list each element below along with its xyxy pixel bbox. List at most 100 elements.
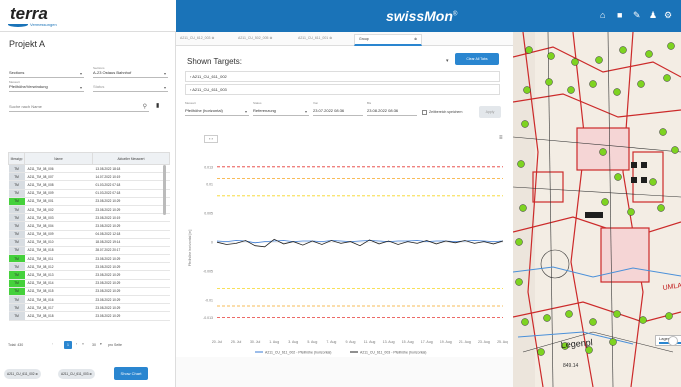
cell-name: A211_TM_08_010 (24, 238, 93, 247)
search-input[interactable]: Suche nach Name ⚲ (9, 101, 149, 112)
cell-messtyp: TM (8, 262, 25, 272)
messart-filter[interactable]: Messart Pfeilhöhe (horizontal) ▾ (185, 101, 249, 116)
tab-label: A211_CU_502_005 (238, 36, 269, 40)
selected-chip[interactable]: A211_CU_611_002 ⊗ (4, 369, 42, 379)
x-tick-label: 30. Jul (250, 340, 261, 344)
table-row[interactable]: TM A211_TM_08_018 28.07.2022 20:17 (8, 246, 170, 256)
cell-messwert: 23.08.2022 10:19 (92, 213, 170, 223)
col-name[interactable]: Name (24, 152, 93, 165)
table-row[interactable]: TM A211_TM_08_013 23.08.2022 10:29 (8, 270, 170, 280)
y-tick-label: 0.013 (204, 165, 213, 169)
zoom-controls[interactable]: ‹ › (204, 135, 218, 143)
cell-messtyp: TM (8, 197, 25, 206)
table-scrollbar[interactable] (163, 165, 166, 215)
y-tick-label: -0.013 (203, 316, 213, 320)
cell-messwert: 23.08.2022 10:29 (92, 311, 170, 321)
selected-chip[interactable]: A211_CU_611_003 ⊗ (58, 369, 96, 379)
search-icon[interactable]: ⚲ (143, 103, 147, 110)
tab-item[interactable]: A211_CU_611_001 ⊗ (298, 36, 332, 40)
col-messwert[interactable]: Aktueller Messwert (92, 152, 170, 165)
sections-select[interactable]: Sections ▾ (9, 66, 84, 78)
field-value: Referenzung (253, 108, 276, 113)
save-range-checkbox[interactable] (422, 110, 427, 115)
target-row[interactable]: › A211_CU_611_003 (185, 84, 500, 95)
cell-name: A211_TM_08_018 (24, 246, 93, 256)
field-label: Messart (185, 101, 196, 105)
close-icon[interactable]: ⊗ (414, 37, 417, 41)
cell-messwert: 18.08.2022 19:14 (92, 238, 170, 247)
table-row[interactable]: TM A211_TM_08_009 01.03.2022 07:18 (8, 189, 170, 198)
map-layers-icon[interactable] (668, 336, 678, 346)
table-row[interactable]: TM A211_TM_08_006 13.08.2022 18:18 (8, 164, 170, 174)
prev-page-icon[interactable]: ‹ (52, 342, 53, 346)
legend-label: A211_CU_611_002 - Pfeilhöhe (horizontal) (265, 350, 331, 354)
delete-icon[interactable]: ▮ (156, 102, 159, 109)
col-messtyp[interactable]: Messtyp (8, 152, 25, 165)
messart-select[interactable]: Messart Pfeilhöhe/Verwindung ▾ (9, 80, 84, 92)
to-date-input[interactable]: Bis 23.08.2022 08:36 (367, 101, 417, 116)
shown-targets-title: Shown Targets: (187, 57, 242, 66)
next-page-icon[interactable]: › (76, 342, 77, 346)
table-row[interactable]: TM A211_TM_08_001 23.08.2022 10:29 (8, 197, 170, 206)
folder-icon[interactable]: ■ (617, 11, 622, 20)
table-row[interactable]: TM A211_TM_08_017 23.08.2022 10:29 (8, 303, 170, 313)
search-placeholder: Suche nach Name (9, 104, 42, 109)
cell-messwert: 28.07.2022 20:17 (92, 246, 170, 256)
chart-footer (176, 357, 513, 387)
table-row[interactable]: TM A211_TM_08_014 23.08.2022 10:29 (8, 279, 170, 288)
cell-messtyp: TM (8, 205, 25, 215)
table-row[interactable]: TM A211_TM_08_015 23.08.2022 10:29 (8, 287, 170, 297)
per-page-select[interactable]: 30 (92, 343, 96, 347)
tab-item[interactable]: A211_CU_612_003 ⊗ (180, 36, 214, 40)
table-row[interactable]: TM A211_TM_08_012 23.08.2022 10:29 (8, 262, 170, 272)
table-header-row: Messtyp Name Aktueller Messwert (8, 152, 170, 165)
table-row[interactable]: TM A211_TM_08_007 14.07.2022 10:19 (8, 172, 170, 182)
user-icon[interactable]: ♟ (649, 11, 657, 20)
close-icon[interactable]: ⊗ (211, 36, 214, 40)
field-label: Status (253, 101, 262, 105)
home-icon[interactable]: ⌂ (600, 11, 605, 20)
table-row[interactable]: TM A211_TM_08_009 04.08.2022 12:18 (8, 230, 170, 239)
table-row[interactable]: TM A211_TM_08_008 01.03.2022 07:18 (8, 180, 170, 190)
cell-messtyp: TM (8, 172, 25, 182)
x-tick-label: 25. Jul (231, 340, 242, 344)
close-icon[interactable]: ⊗ (89, 372, 92, 376)
apply-button[interactable]: Apply (479, 106, 501, 118)
cell-name: A211_TM_08_004 (24, 221, 93, 231)
cell-name: A211_TM_08_002 (24, 205, 93, 215)
table-row[interactable]: TM A211_TM_08_010 18.08.2022 19:14 (8, 238, 170, 247)
table-row[interactable]: TM A211_TM_08_004 23.08.2022 10:29 (8, 221, 170, 231)
y-tick-label: -0.005 (203, 270, 213, 274)
field-value: Pfeilhöhe (horizontal) (185, 108, 223, 113)
terra-logo[interactable]: terra Vermessungen (0, 0, 176, 32)
close-icon[interactable]: ⊗ (329, 36, 332, 40)
close-icon[interactable]: ⊗ (269, 36, 272, 40)
table-row[interactable]: TM A211_TM_08_002 23.08.2022 10:29 (8, 205, 170, 215)
tab-item[interactable]: A211_CU_502_005 ⊗ (238, 36, 272, 40)
status-filter[interactable]: Status Referenzung ▾ (253, 101, 309, 116)
page-current[interactable]: 1 (64, 341, 72, 349)
status-select[interactable]: Status ▾ (93, 80, 168, 92)
site-map[interactable]: UMLA Legenpl 849.14 (513, 32, 681, 387)
close-icon[interactable]: ⊗ (35, 372, 38, 376)
cell-name: A211_TM_08_012 (24, 262, 93, 272)
table-row[interactable]: TM A211_TM_08_011 23.08.2022 10:29 (8, 254, 170, 264)
show-chart-button[interactable]: Show Chart (114, 367, 148, 380)
from-date-input[interactable]: Von 23.07.2022 08:36 (313, 101, 363, 116)
target-panel: Projekt A Sections ▾ Sections A-23 Ostau… (0, 32, 176, 387)
last-page-icon[interactable]: » (82, 342, 84, 346)
cell-messtyp: TM (8, 246, 25, 256)
table-row[interactable]: TM A211_TM_08_016 23.08.2022 10:29 (8, 295, 170, 305)
chart-menu-icon[interactable]: ≡ (499, 135, 503, 141)
clear-all-button[interactable]: Clear All Tabs (455, 53, 499, 65)
cell-messtyp: TM (8, 221, 25, 231)
field-value: Status (93, 84, 105, 89)
section-select[interactable]: Sections A-23 Ostaus Bahnhof ▾ (93, 66, 168, 78)
table-row[interactable]: TM A211_TM_08_018 23.08.2022 10:29 (8, 311, 170, 321)
tools-icon[interactable]: ✎ (633, 11, 641, 20)
chevron-down-icon[interactable]: ▾ (446, 58, 449, 64)
settings-icon[interactable]: ⚙ (664, 11, 672, 20)
target-row[interactable]: › A211_CU_611_002 (185, 71, 500, 82)
table-row[interactable]: TM A211_TM_08_003 23.08.2022 10:19 (8, 213, 170, 223)
tab-group-active[interactable]: Group ⊗ (354, 34, 422, 46)
